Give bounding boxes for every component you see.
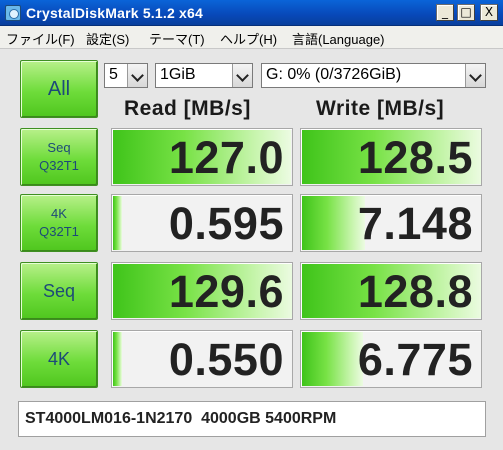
result-value: 129.6 [168,266,284,317]
minimize-button[interactable]: _ [436,4,454,21]
close-button[interactable]: X [480,4,498,21]
chevron-down-icon [465,64,485,87]
test-label-line1: 4K [51,206,67,221]
seq-q32t1-button[interactable]: Seq Q32T1 [20,128,98,186]
menu-file[interactable]: ファイル(F) [6,29,75,48]
seq-write-cell: 128.8 [300,262,482,320]
4k-button[interactable]: 4K [20,330,98,388]
result-bar [302,332,363,386]
app-icon [5,5,21,21]
menu-help[interactable]: ヘルプ(H) [220,29,277,48]
result-bar [113,196,122,250]
all-button-label: All [47,78,71,100]
4k-write-cell: 6.775 [300,330,482,388]
4k-q32t1-button[interactable]: 4K Q32T1 [20,194,98,252]
result-value: 0.550 [168,334,284,385]
drive-info-text: ST4000LM016-1N2170 4000GB 5400RPM [25,410,337,427]
test-label-line2: Q32T1 [39,158,79,173]
menu-bar: ファイル(F) 設定(S) テーマ(T) ヘルプ(H) 言語(Language) [0,26,503,48]
seq-q32t1-read-cell: 127.0 [111,128,293,186]
seq-button[interactable]: Seq [20,262,98,320]
menu-theme[interactable]: テーマ(T) [149,29,205,48]
4k-q32t1-read-cell: 0.595 [111,194,293,252]
drive-select[interactable]: G: 0% (0/3726GiB) [261,63,486,88]
test-label-line1: 4K [47,349,71,369]
test-label-line1: Seq [47,140,71,155]
write-header: Write [MB/s] [316,97,445,120]
test-label-line2: Q32T1 [39,224,79,239]
menu-language[interactable]: 言語(Language) [292,29,385,48]
test-count-value: 5 [109,66,118,83]
test-label-line1: Seq [42,281,76,301]
drive-value: G: 0% (0/3726GiB) [266,66,402,83]
seq-q32t1-write-cell: 128.5 [300,128,482,186]
4k-q32t1-write-cell: 7.148 [300,194,482,252]
4k-read-cell: 0.550 [111,330,293,388]
test-size-value: 1GiB [160,66,196,83]
all-button[interactable]: All [20,60,98,118]
result-bar [113,332,122,386]
chevron-down-icon [232,64,252,87]
test-count-select[interactable]: 5 [104,63,148,88]
result-value: 128.5 [357,132,473,183]
chevron-down-icon [127,64,147,87]
maximize-button[interactable]: □ [457,4,475,21]
result-value: 128.8 [357,266,473,317]
test-size-select[interactable]: 1GiB [155,63,253,88]
window-title: CrystalDiskMark 5.1.2 x64 [26,5,203,21]
result-value: 7.148 [357,198,473,249]
result-value: 6.775 [357,334,473,385]
drive-info-box[interactable]: ST4000LM016-1N2170 4000GB 5400RPM [18,401,486,437]
result-bar [302,196,365,250]
menu-settings[interactable]: 設定(S) [86,29,129,48]
result-value: 0.595 [168,198,284,249]
read-header: Read [MB/s] [124,97,251,120]
title-bar[interactable]: CrystalDiskMark 5.1.2 x64 _ □ X [0,0,503,26]
seq-read-cell: 129.6 [111,262,293,320]
result-value: 127.0 [168,132,284,183]
